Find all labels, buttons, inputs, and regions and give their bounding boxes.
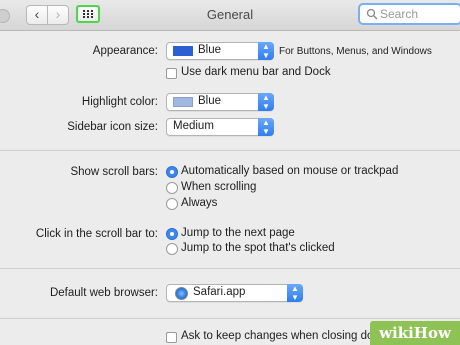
color-swatch: [173, 46, 193, 56]
updown-arrows-icon: ▲ ▼: [258, 42, 274, 60]
scroll-when-scrolling-label: When scrolling: [181, 181, 257, 193]
window-toolbar: ‹ › General Search: [0, 0, 460, 31]
back-button[interactable]: ‹: [26, 5, 48, 25]
divider: [0, 268, 460, 269]
highlight-value: Blue: [198, 95, 222, 107]
appearance-popup[interactable]: Blue ▲ ▼: [166, 42, 274, 60]
appearance-note: For Buttons, Menus, and Windows: [279, 46, 432, 57]
default-browser-label: Default web browser:: [49, 287, 158, 299]
scroll-always-label: Always: [181, 197, 218, 209]
radio-scroll-when-scrolling[interactable]: [166, 182, 178, 194]
safari-icon: [175, 287, 188, 300]
search-placeholder: Search: [380, 7, 419, 21]
search-icon: [366, 8, 378, 20]
window-control-button[interactable]: [0, 9, 10, 23]
sidebar-icon-size-label: Sidebar icon size:: [67, 121, 158, 133]
forward-button[interactable]: ›: [47, 5, 69, 25]
color-swatch: [173, 97, 193, 107]
dark-menu-label: Use dark menu bar and Dock: [181, 66, 331, 78]
grid-icon: [83, 10, 94, 19]
chevron-left-icon: ‹: [34, 6, 40, 22]
highlight-popup[interactable]: Blue ▲ ▼: [166, 93, 274, 111]
radio-jump-to-spot[interactable]: [166, 243, 178, 255]
wikihow-watermark: wikiHow: [370, 321, 460, 345]
sidebar-icon-size-value: Medium: [173, 120, 214, 132]
window-title: General: [206, 7, 254, 22]
dark-menu-checkbox[interactable]: [166, 68, 177, 79]
show-all-button[interactable]: [76, 5, 100, 23]
divider: [0, 150, 460, 151]
highlight-label: Highlight color:: [81, 96, 158, 108]
ask-keep-changes-checkbox[interactable]: [166, 332, 177, 343]
jump-next-page-label: Jump to the next page: [181, 227, 295, 239]
scroll-click-label: Click in the scroll bar to:: [35, 228, 158, 240]
updown-arrows-icon: ▲ ▼: [258, 93, 274, 111]
sidebar-icon-size-popup[interactable]: Medium ▲ ▼: [166, 118, 274, 136]
jump-to-spot-label: Jump to the spot that's clicked: [181, 242, 335, 254]
search-field[interactable]: Search: [358, 3, 460, 25]
radio-scroll-auto[interactable]: [166, 166, 178, 178]
updown-arrows-icon: ▲ ▼: [287, 284, 303, 302]
radio-scroll-always[interactable]: [166, 198, 178, 210]
divider: [0, 318, 460, 319]
appearance-label: Appearance:: [92, 45, 158, 57]
chevron-right-icon: ›: [55, 6, 61, 22]
appearance-value: Blue: [198, 44, 222, 56]
scroll-auto-label: Automatically based on mouse or trackpad: [181, 165, 399, 177]
updown-arrows-icon: ▲ ▼: [258, 118, 274, 136]
default-browser-value: Safari.app: [193, 286, 246, 298]
radio-jump-next-page[interactable]: [166, 228, 178, 240]
default-browser-popup[interactable]: Safari.app ▲ ▼: [166, 284, 303, 302]
scroll-bars-label: Show scroll bars:: [70, 166, 158, 178]
